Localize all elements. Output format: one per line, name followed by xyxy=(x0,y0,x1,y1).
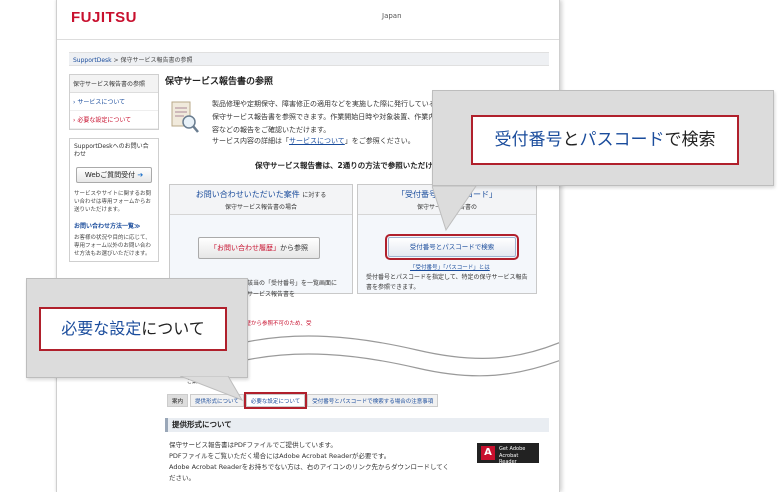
sidebar-item-about-service[interactable]: › サービスについて xyxy=(70,93,158,111)
callout-required-settings: 必要な設定について xyxy=(26,278,248,378)
inquiry-panel-title-main: お問い合わせいただいた案件 xyxy=(195,190,300,199)
sidebar-inquiry-box: SupportDeskへのお問い合わせ Webご質問受付 ➔ サービスやサイトに… xyxy=(69,138,159,262)
inquiry-history-label: 「お問い合わせ履歴」 xyxy=(210,244,280,252)
sidebar-item-label: 必要な設定について xyxy=(77,117,132,124)
inquiry-panel-title: お問い合わせいただいた案件 に対する xyxy=(170,185,352,200)
section-line: Adobe Acrobat Readerをお持ちでない方は、右のアイコンのリンク… xyxy=(169,463,450,471)
section-body: 保守サービス報告書はPDFファイルでご提供しています。 PDFファイルをご覧いた… xyxy=(169,440,469,484)
inquiry-desc: サービスやサイトに関するお問い合わせは専用フォームからお送りいただけます。 xyxy=(74,191,152,213)
inquiry-panel-subtitle: 保守サービス報告書の場合 xyxy=(224,204,297,211)
tab-search-notes[interactable]: 受付番号とパスコードで検索する場合の注意事項 xyxy=(307,394,439,407)
logo-text: FUJITSU xyxy=(71,9,138,26)
site-header: FUJITSU Japan xyxy=(57,0,559,40)
inquiry-history-button[interactable]: 「お問い合わせ履歴」から参照 xyxy=(198,237,320,259)
methods-heading: 保守サービス報告書は、2通りの方法で参照いただけます。 xyxy=(255,161,455,170)
callout-text-about: について xyxy=(141,319,205,338)
inquiry-panel-head: お問い合わせいただいた案件 に対する 保守サービス報告書の場合 xyxy=(170,185,352,215)
callout-text-settings: 必要な設定 xyxy=(61,319,142,338)
adobe-logo-icon: A xyxy=(481,446,495,460)
inquiry-panel-title-sub: に対する xyxy=(302,192,327,199)
inquiry-title: SupportDeskへのお問い合わせ xyxy=(74,143,149,158)
web-inquiry-label: Webご質問受付 xyxy=(84,171,136,179)
receipt-passcode-help-link[interactable]: 「受付番号」「パスコード」とは xyxy=(410,263,490,271)
detail-prefix: サービス内容の詳細は「 xyxy=(212,137,289,145)
service-detail-text: サービス内容の詳細は「サービスについて」をご参照ください。 xyxy=(212,136,442,146)
callout-text-search: で検索 xyxy=(664,130,716,150)
detail-suffix: 」をご参照ください。 xyxy=(344,137,415,145)
section-line: 保守サービス報告書はPDFファイルでご提供しています。 xyxy=(169,441,337,449)
callout-receipt-passcode-label: 受付番号とパスコードで検索 xyxy=(471,115,739,165)
section-line: ださい。 xyxy=(169,474,195,482)
sidebar-item-label: サービスについて xyxy=(77,99,126,106)
section-line: PDFファイルをご覧いただく場合にはAdobe Acrobat Readerが必… xyxy=(169,452,391,460)
callout-text-receipt: 受付番号 xyxy=(494,130,563,150)
intro-text: 製品修理や定期保守、障害修正の適用などを実施した際に発行している保守サービス報告… xyxy=(212,100,436,134)
adobe-line2: Acrobat Reader xyxy=(499,452,519,466)
sidebar-item-required-settings[interactable]: › 必要な設定について xyxy=(70,111,158,129)
adobe-reader-download-badge[interactable]: A Get Adobe Acrobat Reader xyxy=(477,443,539,466)
breadcrumb-home-link[interactable]: SupportDesk xyxy=(73,57,112,64)
about-service-link[interactable]: サービスについて xyxy=(289,137,345,145)
page-title: 保守サービス報告書の参照 xyxy=(165,77,274,87)
sidebar-head: 保守サービス報告書の参照 xyxy=(70,75,158,93)
callout-text-and: と xyxy=(562,130,580,150)
document-magnifier-icon xyxy=(171,101,199,133)
callout-receipt-passcode: 受付番号とパスコードで検索 xyxy=(432,90,774,186)
sidebar: 保守サービス報告書の参照 › サービスについて › 必要な設定について Supp… xyxy=(69,74,159,270)
sidebar-nav: 保守サービス報告書の参照 › サービスについて › 必要な設定について xyxy=(69,74,159,130)
section-title: 提供形式について xyxy=(165,418,549,432)
receipt-panel-desc: 受付番号とパスコードを指定して、特定の保守サービス報告書を参照できます。 xyxy=(366,274,528,291)
callout-text-passcode: パスコード xyxy=(579,130,665,150)
web-page: FUJITSU Japan SupportDesk > 保守サービス報告書の参照… xyxy=(56,0,560,492)
callout-left-pointer xyxy=(180,376,244,401)
region-label[interactable]: Japan xyxy=(382,12,402,20)
breadcrumb: SupportDesk > 保守サービス報告書の参照 xyxy=(69,52,549,66)
inquiry-history-suffix: から参照 xyxy=(280,244,308,252)
callout-required-settings-label: 必要な設定について xyxy=(39,307,227,351)
callout-right-pointer xyxy=(432,186,477,232)
inquiry-methods-desc: お客様の状況や目的に応じて、専用フォーム以外のお問い合わせ方法もお選びいただけま… xyxy=(74,235,151,257)
main-content: 保守サービス報告書の参照 製品修理や定期保守、障害修正の適用などを実施した際に発… xyxy=(165,74,549,294)
breadcrumb-current: 保守サービス報告書の参照 xyxy=(120,57,193,64)
inquiry-methods-link[interactable]: お問い合わせ方法一覧≫ xyxy=(70,217,158,231)
fujitsu-logo[interactable]: FUJITSU xyxy=(71,9,137,26)
arrow-right-icon: ➔ xyxy=(137,171,144,179)
tab-required-settings[interactable]: 必要な設定について xyxy=(243,392,308,409)
breadcrumb-text: SupportDesk > 保守サービス報告書の参照 xyxy=(73,55,193,64)
web-inquiry-button[interactable]: Webご質問受付 ➔ xyxy=(76,167,152,183)
